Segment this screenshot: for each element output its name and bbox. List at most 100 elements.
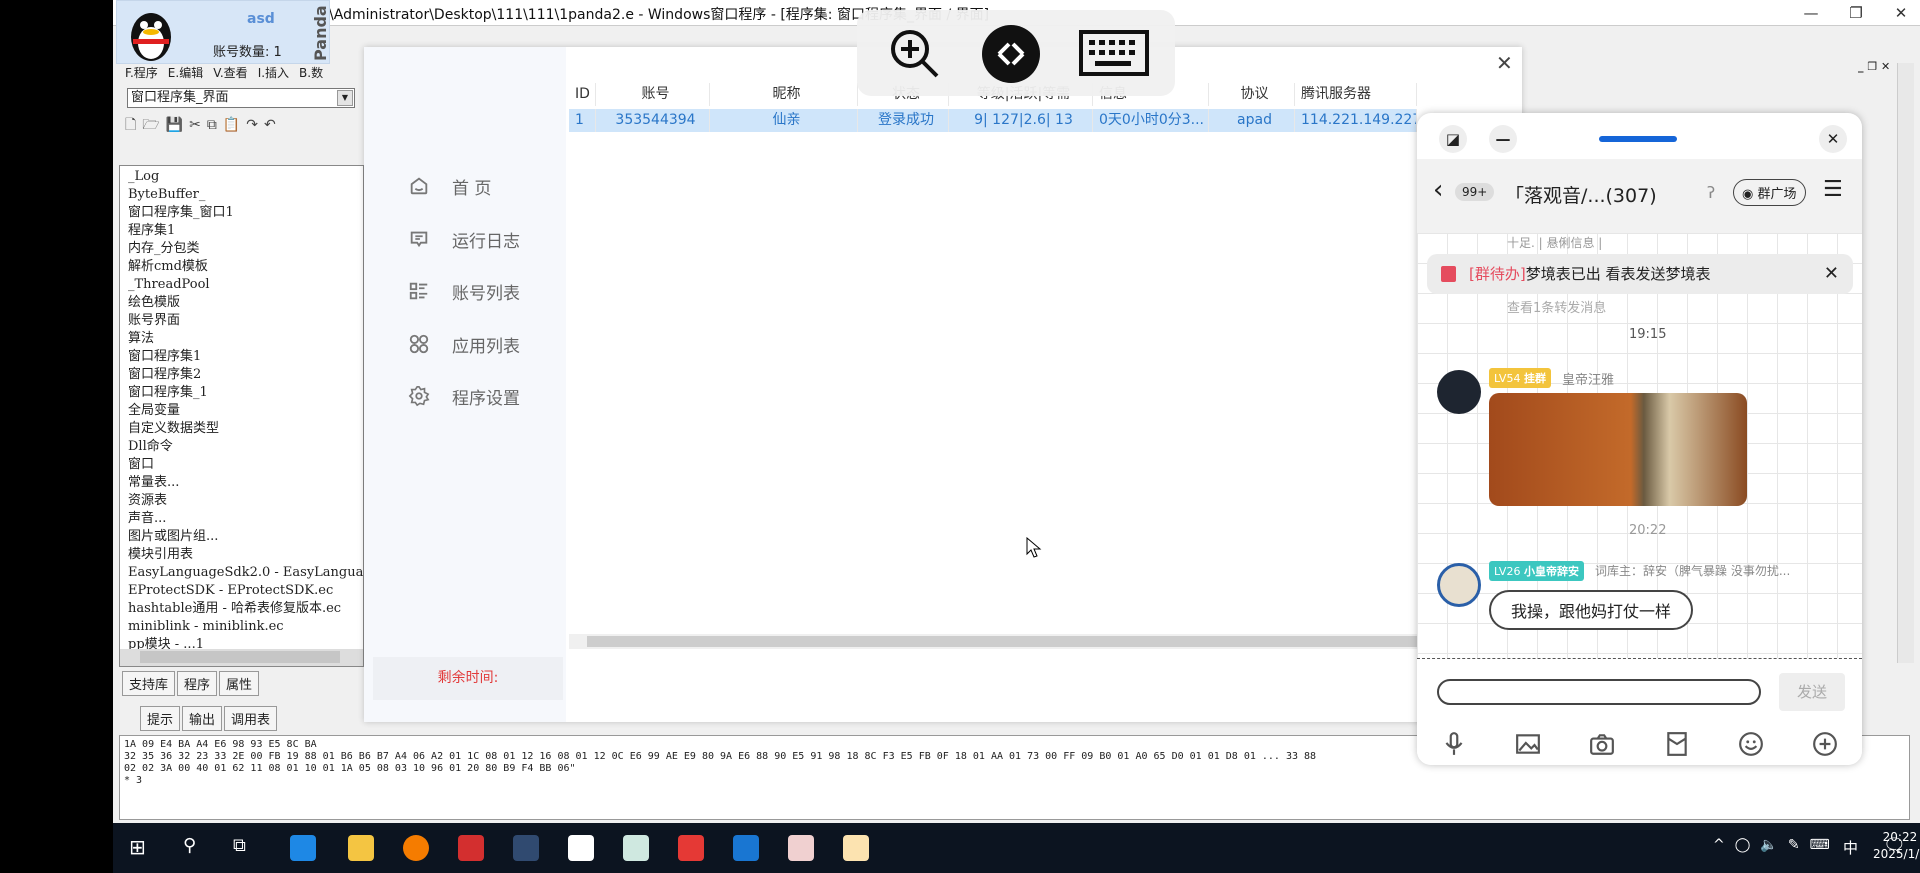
tree-item[interactable]: 声音... [124, 510, 363, 528]
group-todo-notice[interactable]: [群待办]梦境表已出 看表发送梦境表 ✕ [1427, 254, 1853, 294]
tree-item[interactable]: 窗口程序集2 [124, 366, 363, 384]
cloud-drive-icon[interactable] [568, 835, 594, 861]
close-icon[interactable]: ✕ [1819, 125, 1847, 153]
tree-item[interactable]: 资源表 [124, 492, 363, 510]
wps-icon[interactable] [458, 835, 484, 861]
tree-item[interactable]: 绘色模版 [124, 294, 363, 312]
cut-icon[interactable]: ✂ [189, 117, 207, 133]
app-icon[interactable] [788, 835, 814, 861]
tree-item[interactable]: 图片或图片组... [124, 528, 363, 546]
tree-item[interactable]: 窗口程序集_窗口1 [124, 204, 363, 222]
file-explorer-icon[interactable] [348, 835, 374, 861]
tree-item[interactable]: miniblink - miniblink.ec [124, 618, 363, 636]
expand-icon[interactable]: ◪ [1439, 125, 1467, 153]
close-icon[interactable]: ✕ [1824, 254, 1839, 294]
camera-icon[interactable] [1589, 731, 1615, 757]
tree-item[interactable]: 窗口 [124, 456, 363, 474]
message-bubble[interactable]: 我操，跟他妈打仗一样 [1489, 590, 1694, 630]
group-title[interactable]: 「落观音/...(307) [1505, 181, 1657, 208]
tree-item[interactable]: 自定义数据类型 [124, 420, 363, 438]
menu-insert[interactable]: I.插入 [258, 66, 289, 80]
ime-indicator[interactable]: 中 [1843, 837, 1858, 858]
zoom-in-icon[interactable] [887, 26, 941, 80]
tab-call-stack[interactable]: 调用表 [224, 706, 278, 731]
plus-icon[interactable] [1812, 731, 1838, 757]
menu-data[interactable]: B.数 [299, 66, 323, 80]
game-screenshot-image[interactable] [1489, 393, 1747, 506]
tab-program[interactable]: 程序 [177, 671, 218, 696]
image-icon[interactable] [1515, 731, 1541, 757]
red-packet-icon[interactable] [1664, 731, 1690, 757]
sidebar-item-settings[interactable]: 程序设置 [408, 381, 558, 411]
tree-item[interactable]: 窗口程序集_1 [124, 384, 363, 402]
paste-icon[interactable]: 📋 [223, 117, 246, 133]
sidebar-item-app-list[interactable]: 应用列表 [408, 329, 558, 359]
table-row[interactable]: 1 353544394 仙亲 登录成功 9| 127|2.6| 13 0天0小时0分3..… [569, 109, 1417, 132]
minimize-icon[interactable]: — [1489, 125, 1517, 153]
task-view-icon[interactable]: ⧉ [233, 835, 246, 856]
tree-item[interactable]: ByteBuffer_ [124, 186, 363, 204]
tree-item[interactable]: 账号界面 [124, 312, 363, 330]
tree-item[interactable]: _Log [124, 168, 363, 186]
tree-item[interactable]: EasyLanguageSdk2.0 - EasyLanguage [124, 564, 363, 582]
redo-icon[interactable]: ↷ [246, 117, 264, 133]
easy-language-icon[interactable] [623, 835, 649, 861]
shield-icon[interactable] [733, 835, 759, 861]
notification-icon[interactable]: 🗨 [1883, 835, 1906, 856]
ear-icon[interactable]: ʔ [1707, 183, 1715, 202]
start-icon[interactable]: ⊞ [129, 835, 146, 859]
undo-icon[interactable]: ↶ [264, 117, 282, 133]
tab-hint[interactable]: 提示 [140, 706, 181, 731]
menu-icon[interactable]: ☰ [1823, 177, 1843, 202]
assembly-select[interactable]: 窗口程序集_界面 ▼ [127, 88, 355, 108]
tree-item[interactable]: 程序集1 [124, 222, 363, 240]
tree-item[interactable]: 窗口程序集1 [124, 348, 363, 366]
chat-messages[interactable]: 十足. | 悬俐信息 | 查看1条转发消息 19:15 LV54 挂群 皇帝汪雅… [1417, 233, 1862, 658]
message-input[interactable] [1437, 679, 1761, 705]
tree-item[interactable]: hashtable通用 - 哈希表修复版本.ec [124, 600, 363, 618]
avatar[interactable] [1437, 370, 1481, 414]
tab-output[interactable]: 输出 [182, 706, 223, 731]
tree-item[interactable]: 全局变量 [124, 402, 363, 420]
sidebar-item-run-log[interactable]: 运行日志 [408, 224, 558, 254]
tree-item[interactable]: 模块引用表 [124, 546, 363, 564]
emoji-icon[interactable] [1738, 731, 1764, 757]
ie-icon[interactable] [290, 835, 316, 861]
avatar[interactable] [1437, 563, 1481, 607]
ec-icon[interactable] [678, 835, 704, 861]
keyboard-icon[interactable] [1079, 30, 1149, 76]
tab-properties[interactable]: 属性 [219, 671, 260, 696]
search-icon[interactable]: ⚲ [183, 835, 196, 856]
copy-icon[interactable]: ⧉ [207, 117, 223, 133]
qq-avatar-icon[interactable] [843, 835, 869, 861]
drag-handle[interactable] [1599, 136, 1677, 142]
tree-item[interactable]: _ThreadPool [124, 276, 363, 294]
close-icon[interactable]: ✕ [1496, 51, 1513, 75]
firefox-icon[interactable] [403, 835, 429, 861]
tree-horizontal-scrollbar[interactable] [120, 649, 363, 666]
app-icon[interactable] [513, 835, 539, 861]
restore-button[interactable]: ❐ [1833, 0, 1879, 26]
tab-support-library[interactable]: 支持库 [122, 671, 176, 696]
sidebar-item-home[interactable]: 首 页 [408, 171, 558, 201]
group-square-button[interactable]: ◉ 群广场 [1733, 179, 1806, 206]
menu-program[interactable]: F.程序 [125, 66, 158, 80]
tree-item[interactable]: 常量表... [124, 474, 363, 492]
new-icon[interactable]: 🗋 [125, 117, 142, 133]
back-icon[interactable]: ‹ [1433, 175, 1443, 205]
tree-item[interactable]: Dll命令 [124, 438, 363, 456]
tree-item[interactable]: 算法 [124, 330, 363, 348]
table-horizontal-scrollbar[interactable] [569, 634, 1417, 649]
tree-item[interactable]: 内存_分包类 [124, 240, 363, 258]
editor-vertical-scrollbar[interactable] [1897, 63, 1914, 663]
save-icon[interactable]: 💾 [166, 117, 189, 133]
tree-item[interactable]: EProtectSDK - EProtectSDK.ec [124, 582, 363, 600]
tree-item[interactable]: 解析cmd模板 [124, 258, 363, 276]
forward-message-link[interactable]: 查看1条转发消息 [1507, 297, 1606, 316]
mdi-controls[interactable]: _ ❐ ✕ [1858, 60, 1890, 73]
tray-icons[interactable]: ^◯🔈✎⌨ [1713, 837, 1840, 853]
menu-edit[interactable]: E.编辑 [168, 66, 203, 80]
microphone-icon[interactable] [1441, 731, 1467, 757]
sidebar-item-account-list[interactable]: 账号列表 [408, 276, 558, 306]
menu-view[interactable]: V.查看 [213, 66, 247, 80]
